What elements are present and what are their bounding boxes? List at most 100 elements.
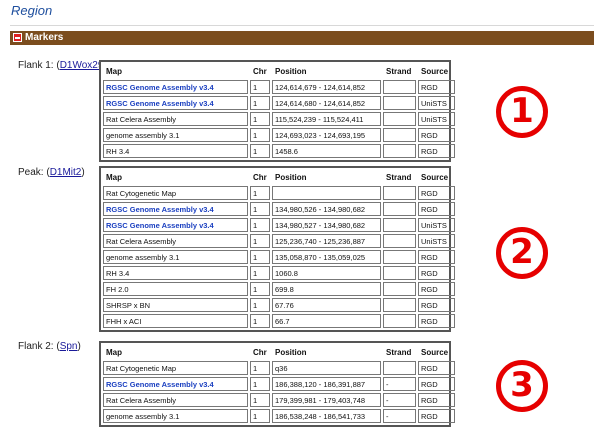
table-row: Rat Celera Assembly 1 179,399,981 - 179,40… [103, 393, 455, 407]
cell-map: genome assembly 3.1 [103, 250, 248, 264]
cell-map: Rat Celera Assembly [103, 393, 248, 407]
divider [10, 25, 594, 26]
cell-map: Rat Cytogenetic Map [103, 361, 248, 375]
cell-chr: 1 [250, 144, 270, 158]
cell-map: RGSC Genome Assembly v3.4 [103, 80, 248, 94]
markers-section-header[interactable]: Markers [10, 31, 594, 45]
cell-chr: 1 [250, 96, 270, 110]
cell-position: 125,236,740 - 125,236,887 [272, 234, 381, 248]
cell-chr: 1 [250, 377, 270, 391]
table-row: RH 3.4 1 1458.6 RGD [103, 144, 455, 158]
cell-strand [383, 96, 416, 110]
cell-chr: 1 [250, 218, 270, 232]
cell-strand [383, 112, 416, 126]
cell-position: 124,614,679 - 124,614,852 [272, 80, 381, 94]
column-header-strand: Strand [386, 66, 412, 76]
cell-source: RGD [418, 186, 455, 200]
cell-strand [383, 282, 416, 296]
table-row: Rat Cytogenetic Map 1 RGD [103, 186, 455, 200]
cell-position: 67.76 [272, 298, 381, 312]
cell-strand: - [383, 377, 416, 391]
cell-source: RGD [418, 144, 455, 158]
marker-link[interactable]: D1Mit2 [50, 167, 82, 178]
cell-chr: 1 [250, 361, 270, 375]
marker-link[interactable]: Spn [60, 341, 78, 352]
cell-source: RGD [418, 361, 455, 375]
callout-badge-1: 1 [496, 86, 548, 138]
flank1-label: Flank 1: (D1Wox29) [18, 60, 107, 71]
cell-position: 124,614,680 - 124,614,852 [272, 96, 381, 110]
column-header-source: Source [421, 172, 449, 182]
callout-badge-2: 2 [496, 227, 548, 279]
cell-map: RGSC Genome Assembly v3.4 [103, 96, 248, 110]
cell-source: UniSTS [418, 218, 455, 232]
cell-chr: 1 [250, 298, 270, 312]
column-header-source: Source [421, 347, 449, 357]
cell-map: RGSC Genome Assembly v3.4 [103, 218, 248, 232]
marker-table: Map Chr Position Strand Source Rat Cytogeneti… [101, 168, 457, 330]
cell-strand [383, 266, 416, 280]
cell-position: q36 [272, 361, 381, 375]
table-row: Rat Cytogenetic Map 1 q36 RGD [103, 361, 455, 375]
cell-map: FH 2.0 [103, 282, 248, 296]
cell-chr: 1 [250, 250, 270, 264]
table-row: RH 3.4 1 1060.8 RGD [103, 266, 455, 280]
table-header-row: Map Chr Position Strand Source [103, 170, 455, 184]
cell-position: 186,388,120 - 186,391,887 [272, 377, 381, 391]
cell-chr: 1 [250, 128, 270, 142]
marker-link[interactable]: D1Wox29 [60, 60, 104, 71]
column-header-map: Map [106, 172, 122, 182]
cell-source: RGD [418, 202, 455, 216]
cell-source: RGD [418, 409, 455, 423]
flank1-marker-table: Map Chr Position Strand Source RGSC Genome As… [99, 60, 455, 162]
flank2-label: Flank 2: (Spn) [18, 341, 81, 352]
column-header-chr: Chr [253, 347, 267, 357]
group-label-text: Flank 1: [18, 60, 54, 71]
cell-strand [383, 250, 416, 264]
cell-chr: 1 [250, 409, 270, 423]
collapse-icon[interactable] [13, 33, 22, 42]
cell-map: Rat Cytogenetic Map [103, 186, 248, 200]
cell-map: Rat Celera Assembly [103, 234, 248, 248]
cell-position [272, 186, 381, 200]
cell-chr: 1 [250, 234, 270, 248]
group-label-text: Flank 2: [18, 341, 54, 352]
column-header-strand: Strand [386, 172, 412, 182]
column-header-chr: Chr [253, 172, 267, 182]
table-row: genome assembly 3.1 1 186,538,248 - 186,54… [103, 409, 455, 423]
table-row: genome assembly 3.1 1 135,058,870 - 135,05… [103, 250, 455, 264]
cell-position: 115,524,239 - 115,524,411 [272, 112, 381, 126]
cell-source: RGD [418, 250, 455, 264]
table-row: RGSC Genome Assembly v3.4 1 134,980,527 - … [103, 218, 455, 232]
cell-strand [383, 186, 416, 200]
table-header-row: Map Chr Position Strand Source [103, 64, 455, 78]
cell-strand [383, 218, 416, 232]
cell-source: UniSTS [418, 96, 455, 110]
cell-chr: 1 [250, 80, 270, 94]
cell-source: RGD [418, 282, 455, 296]
cell-position: 699.8 [272, 282, 381, 296]
cell-position: 1060.8 [272, 266, 381, 280]
cell-source: RGD [418, 393, 455, 407]
cell-strand: - [383, 409, 416, 423]
table-row: Rat Celera Assembly 1 115,524,239 - 115,52… [103, 112, 455, 126]
column-header-map: Map [106, 347, 122, 357]
cell-source: RGD [418, 298, 455, 312]
table-row: genome assembly 3.1 1 124,693,023 - 124,69… [103, 128, 455, 142]
cell-position: 179,399,981 - 179,403,748 [272, 393, 381, 407]
cell-source: RGD [418, 314, 455, 328]
cell-strand [383, 234, 416, 248]
cell-source: RGD [418, 266, 455, 280]
cell-map: genome assembly 3.1 [103, 128, 248, 142]
cell-map: RGSC Genome Assembly v3.4 [103, 377, 248, 391]
table-row: FHH x ACI 1 66.7 RGD [103, 314, 455, 328]
flank2-marker-table: Map Chr Position Strand Source Rat Cytogeneti… [99, 341, 455, 427]
cell-position: 124,693,023 - 124,693,195 [272, 128, 381, 142]
marker-table: Map Chr Position Strand Source RGSC Genome As… [101, 62, 457, 160]
peak-label: Peak: (D1Mit2) [18, 167, 85, 178]
cell-strand [383, 144, 416, 158]
column-header-strand: Strand [386, 347, 412, 357]
cell-chr: 1 [250, 202, 270, 216]
cell-position: 134,980,526 - 134,980,682 [272, 202, 381, 216]
cell-map: genome assembly 3.1 [103, 409, 248, 423]
